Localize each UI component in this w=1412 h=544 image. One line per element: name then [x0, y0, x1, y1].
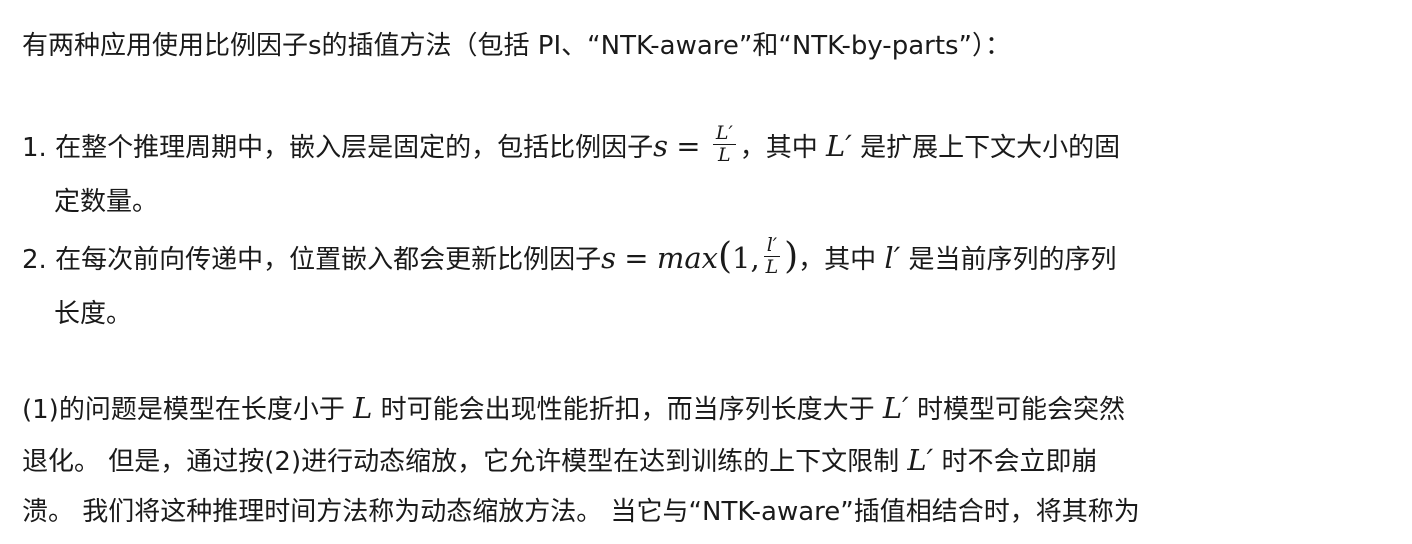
math-var: l′	[884, 241, 901, 275]
text: 时模型可能会突然	[917, 395, 1126, 425]
math-eq: =	[676, 129, 701, 163]
list-number: 1.	[22, 133, 47, 163]
list-number: 2.	[22, 245, 47, 275]
list-item-2-continuation: 长度。	[54, 299, 133, 329]
list-text: ，其中	[798, 245, 877, 275]
list-text: ，其中	[739, 133, 818, 163]
math-s: s	[653, 129, 668, 163]
math-func: max	[656, 241, 718, 275]
paragraph-line: 退化。 但是，通过按(2)进行动态缩放，它允许模型在达到训练的上下文限制 L′ …	[22, 440, 1098, 482]
fraction-denominator: L	[765, 256, 779, 278]
fraction-numerator: L′	[712, 123, 736, 145]
intro-paragraph: 有两种应用使用比例因子s的插值方法（包括 PI、“NTK-aware”和“NTK…	[22, 31, 1012, 61]
list-item-1-continuation: 定数量。	[54, 187, 159, 217]
math-var: L′	[826, 129, 852, 163]
list-item-2: 2. 在每次前向传递中，位置嵌入都会更新比例因子s = max(1, l′ L)，其…	[22, 235, 1117, 282]
paragraph-line: 溃。 我们将这种推理时间方法称为动态缩放方法。 当它与“NTK-aware”插值…	[22, 497, 1140, 527]
math-var: L′	[882, 391, 909, 425]
math-var: L′	[907, 443, 934, 477]
text: (1)的问题是模型在长度小于	[22, 395, 345, 425]
fraction-numerator: l′	[763, 235, 781, 257]
math-fraction: L′ L	[712, 123, 736, 166]
list-text: 是当前序列的序列	[908, 245, 1117, 275]
list-text: 是扩展上下文大小的固	[860, 133, 1121, 163]
math-paren: )	[784, 235, 799, 277]
list-text: 在每次前向传递中，位置嵌入都会更新比例因子	[55, 245, 602, 275]
list-item-1: 1. 在整个推理周期中，嵌入层是固定的，包括比例因子s = L′ L ，其中 L′ …	[22, 123, 1121, 170]
math-one: 1,	[732, 241, 760, 275]
list-text: 在整个推理周期中，嵌入层是固定的，包括比例因子	[55, 133, 654, 163]
math-var: L	[353, 391, 373, 425]
paragraph-line: (1)的问题是模型在长度小于 L 时可能会出现性能折扣，而当序列长度大于 L′ …	[22, 388, 1125, 430]
text: 时可能会出现性能折扣，而当序列长度大于	[380, 395, 875, 425]
text: 退化。 但是，通过按(2)进行动态缩放，它允许模型在达到训练的上下文限制	[22, 447, 900, 477]
text: 时不会立即崩	[941, 447, 1098, 477]
math-paren: (	[717, 235, 733, 277]
math-eq: =	[624, 241, 649, 275]
fraction-denominator: L	[717, 144, 731, 166]
math-s: s	[601, 241, 616, 275]
math-fraction: l′ L	[763, 235, 781, 278]
